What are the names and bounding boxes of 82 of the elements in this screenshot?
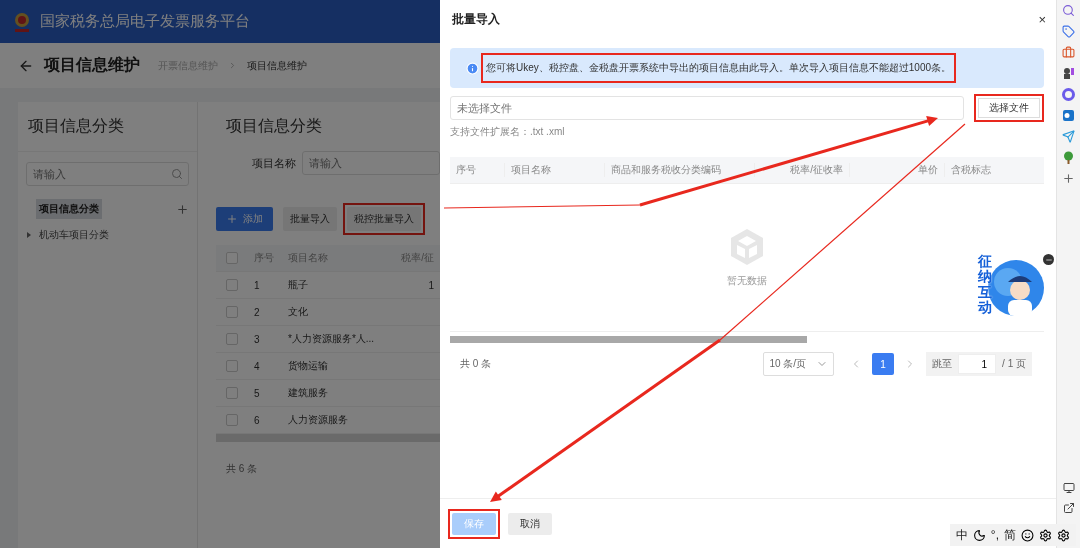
- total-count: 共 6 条: [225, 462, 259, 476]
- panel-title: 项目信息分类: [18, 102, 197, 152]
- table-cell-text: 6: [253, 414, 261, 426]
- drawer-title: 批量导入: [452, 10, 500, 28]
- info-icon: [466, 61, 479, 75]
- chevron-icon: [228, 61, 237, 70]
- column-header: 税率/征收率: [755, 163, 850, 177]
- page-button[interactable]: 1: [872, 353, 895, 375]
- search-icon: [171, 168, 183, 180]
- checkbox[interactable]: [226, 279, 238, 291]
- checkbox[interactable]: [226, 333, 238, 345]
- ime-button[interactable]: 中: [955, 526, 968, 544]
- table-cell-text: 1: [427, 279, 435, 291]
- column-header: 项目名称: [505, 163, 605, 177]
- smiley-icon[interactable]: [1021, 528, 1034, 542]
- import-button[interactable]: 税控批量导入: [347, 207, 421, 231]
- page-count: / 1 页: [1002, 357, 1026, 371]
- jump-field[interactable]: 1: [958, 354, 997, 374]
- screen-icon[interactable]: [1062, 482, 1075, 494]
- add-icon[interactable]: [1062, 172, 1075, 185]
- empty-box-icon: [729, 227, 765, 266]
- table-cell-text: 2: [253, 306, 261, 318]
- cancel-button[interactable]: 取消: [508, 512, 552, 535]
- column-header: 含税标志: [950, 163, 992, 177]
- emblem-icon: [12, 10, 32, 33]
- column-header: 序号: [450, 163, 505, 177]
- table-cell-text: 建筑服务: [287, 386, 329, 400]
- table-cell-text: 文化: [287, 305, 309, 319]
- column-header: 商品和服务税收分类编码: [605, 163, 755, 177]
- settings-icon[interactable]: [1039, 528, 1052, 542]
- breadcrumb-link[interactable]: 项目信息维护: [247, 58, 307, 73]
- external-link-icon[interactable]: [1062, 502, 1075, 514]
- ime-button[interactable]: 简: [1004, 526, 1016, 544]
- tree-item[interactable]: 机动车项目分类: [36, 225, 112, 245]
- checkbox[interactable]: [226, 387, 238, 399]
- platform-title: 国家税务总局电子发票服务平台: [40, 12, 250, 31]
- settings-icon[interactable]: [1057, 528, 1070, 542]
- checkbox[interactable]: [226, 306, 238, 318]
- tag-icon[interactable]: [1062, 25, 1075, 38]
- total-count: 共 0 条: [460, 357, 492, 371]
- name-field[interactable]: 请输入: [302, 151, 440, 175]
- page-title: 项目信息维护: [44, 55, 140, 75]
- search-icon[interactable]: [1062, 4, 1075, 17]
- moon-icon[interactable]: [972, 528, 986, 542]
- field-label: 项目名称: [252, 155, 296, 171]
- checkbox[interactable]: [226, 360, 238, 372]
- minimize-button[interactable]: [1043, 254, 1054, 265]
- table-cell-text: 人力资源服务: [287, 413, 349, 427]
- table-cell-text: 3: [253, 333, 261, 345]
- chess-piece-icon[interactable]: [1062, 67, 1075, 80]
- table-cell-text: *人力资源服务*人...: [287, 332, 376, 346]
- file-hint: 支持文件扩展名：.txt .xml: [450, 125, 566, 139]
- checkbox[interactable]: [226, 252, 238, 264]
- table-cell-text: 5: [253, 387, 261, 399]
- ring-icon[interactable]: [1062, 88, 1075, 101]
- close-button[interactable]: ×: [1038, 11, 1046, 27]
- page-size-select[interactable]: 10 条/页: [763, 352, 835, 376]
- search-field[interactable]: 请输入: [26, 162, 189, 186]
- tree-item[interactable]: 项目信息分类: [36, 199, 102, 219]
- import-button[interactable]: 批量导入: [283, 207, 337, 231]
- scrollbar[interactable]: [450, 336, 807, 343]
- table-cell-text: 货物运输: [287, 359, 329, 373]
- jump-label: 跳至: [932, 357, 953, 371]
- file-field[interactable]: 未选择文件: [450, 96, 964, 120]
- plus-icon: [226, 213, 238, 225]
- column-header: 单价: [850, 163, 945, 177]
- table-cell-text: 1: [253, 279, 261, 291]
- add-icon[interactable]: [176, 202, 189, 216]
- ime-button[interactable]: °,: [990, 528, 999, 542]
- caret-icon[interactable]: [26, 232, 32, 238]
- scrollbar[interactable]: [216, 434, 440, 442]
- checkbox[interactable]: [226, 414, 238, 426]
- choose-file-button[interactable]: 选择文件: [978, 98, 1040, 118]
- alert-text: 您可将Ukey、税控盘、金税盘开票系统中导出的项目信息由此导入。单次导入项目信息不能超过1000条。: [486, 61, 952, 75]
- table-cell-text: 4: [253, 360, 261, 372]
- tree-icon[interactable]: [1062, 151, 1075, 164]
- panel-title: 项目信息分类: [225, 116, 323, 136]
- briefcase-icon[interactable]: [1062, 46, 1075, 59]
- send-icon[interactable]: [1062, 130, 1075, 143]
- table-cell-text: 瓶子: [287, 278, 309, 292]
- empty-text: 暂无数据: [727, 273, 767, 288]
- mail-app-icon[interactable]: [1062, 109, 1075, 122]
